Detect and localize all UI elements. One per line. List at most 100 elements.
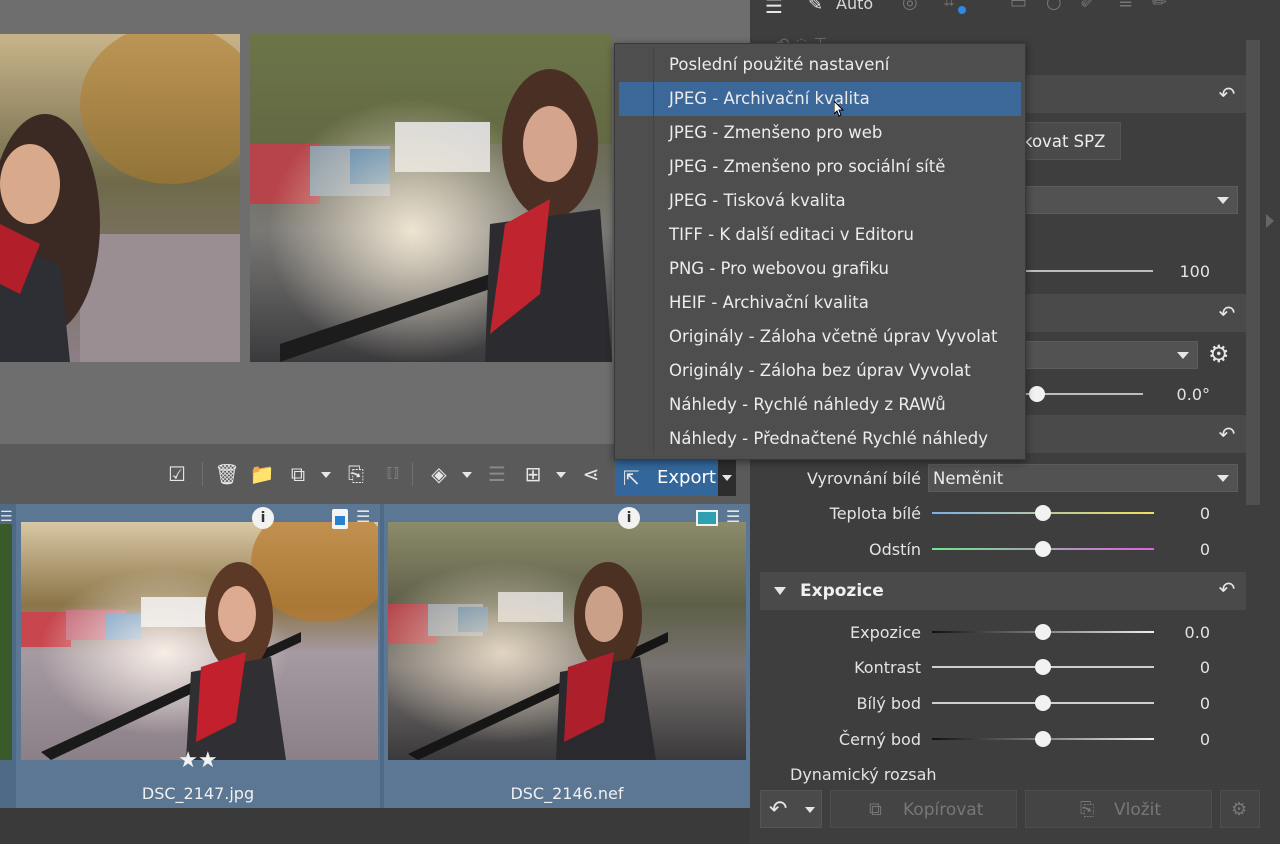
export-dropdown-button[interactable] <box>718 460 736 496</box>
preset-select[interactable] <box>1010 186 1238 214</box>
chevron-down-icon <box>1177 352 1189 359</box>
gear-icon[interactable]: ⚙ <box>1208 340 1230 368</box>
export-icon: ⇱ <box>623 466 640 490</box>
export-menu: Poslední použité nastavení JPEG - Archiv… <box>614 43 1026 460</box>
export-button[interactable]: ⇱ Export <box>615 460 718 496</box>
copy-icon: ⧉ <box>869 799 882 820</box>
undo-section-icon[interactable]: ↶ <box>1216 578 1238 600</box>
info-icon[interactable]: i <box>618 507 640 529</box>
info-icon[interactable]: i <box>252 507 274 529</box>
active-dot <box>958 6 966 14</box>
rotation-slider-knob[interactable] <box>1029 386 1045 402</box>
collapse-panel-icon[interactable] <box>1266 214 1274 228</box>
crop-icon[interactable]: ⌗ <box>944 0 954 13</box>
crop-ratio-select[interactable] <box>1010 341 1198 369</box>
thumbnail-image <box>21 522 378 760</box>
jpg-file-icon <box>332 509 348 529</box>
settings-button[interactable]: ⚙ <box>1220 790 1260 828</box>
menu-item-last-used[interactable]: Poslední použité nastavení <box>619 48 1021 82</box>
menu-item-tiff[interactable]: TIFF - K další editaci v Editoru <box>619 218 1021 252</box>
panel-scrollbar[interactable] <box>1246 40 1260 505</box>
photo-preview-left[interactable] <box>0 34 240 362</box>
white-balance-select[interactable]: Neměnit <box>928 464 1238 492</box>
rename-icon: ⟦⟧ <box>386 466 400 481</box>
undo-section-icon[interactable]: ↶ <box>1216 423 1238 445</box>
trash-icon[interactable]: 🗑 <box>214 461 240 487</box>
black-point-slider-knob[interactable] <box>1035 731 1051 747</box>
adjustments-icon[interactable]: ☰ <box>726 507 740 526</box>
black-point-label: Černý bod <box>838 730 921 749</box>
share-icon[interactable]: ⋖ <box>578 461 604 487</box>
undo-button[interactable]: ↶ <box>760 790 822 828</box>
menu-item-heif[interactable]: HEIF - Archivační kvalita <box>619 286 1021 320</box>
camera-icon[interactable]: ◎ <box>902 0 918 13</box>
mouse-cursor-icon <box>834 101 844 117</box>
status-bar <box>0 808 750 844</box>
menu-item-originals-with-edits[interactable]: Originály - Záloha včetně úprav Vyvolat <box>619 320 1021 354</box>
menu-item-png[interactable]: PNG - Pro webovou grafiku <box>619 252 1021 286</box>
menu-item-jpeg-archive[interactable]: JPEG - Archivační kvalita <box>619 82 1021 116</box>
toolbar-separator <box>202 462 203 486</box>
undo-section-icon[interactable]: ↶ <box>1216 83 1238 105</box>
menu-item-originals-no-edits[interactable]: Originály - Záloha bez úprav Vyvolat <box>619 354 1021 388</box>
white-point-value: 0 <box>1199 694 1210 713</box>
copy-label: Kopírovat <box>903 800 984 820</box>
contrast-label: Kontrast <box>854 658 921 677</box>
temperature-slider-knob[interactable] <box>1035 505 1051 521</box>
magic-wand-icon[interactable]: ✎ <box>808 0 823 15</box>
rect-tool-icon[interactable]: ▭ <box>1010 0 1027 13</box>
copy-button[interactable]: ⧉ Kopírovat <box>830 790 1017 828</box>
ellipse-tool-icon[interactable]: ○ <box>1046 0 1062 13</box>
new-folder-icon[interactable]: 📁 <box>249 461 275 487</box>
contrast-value: 0 <box>1199 658 1210 677</box>
menu-item-jpeg-web[interactable]: JPEG - Zmenšeno pro web <box>619 116 1021 150</box>
slider-value: 100 <box>1179 262 1210 281</box>
dynamic-range-label: Dynamický rozsah <box>790 765 937 784</box>
tint-slider-knob[interactable] <box>1035 541 1051 557</box>
layers-icon[interactable]: ◈ <box>426 461 452 487</box>
white-balance-value: Neměnit <box>933 469 1004 488</box>
eraser-icon[interactable]: ✏ <box>1152 0 1167 13</box>
undo-icon: ↶ <box>769 797 788 822</box>
copy-to-icon[interactable]: ⧉ <box>285 461 311 487</box>
black-point-value: 0 <box>1199 730 1210 749</box>
paste-icon: ⎘ <box>1080 799 1095 820</box>
photo-preview-main[interactable] <box>250 34 612 362</box>
license-plate-label: kovat SPZ <box>1023 132 1106 151</box>
menu-item-jpeg-social[interactable]: JPEG - Zmenšeno pro sociální sítě <box>619 150 1021 184</box>
chevron-down-icon[interactable] <box>462 472 472 478</box>
exposure-value: 0.0 <box>1184 623 1210 642</box>
menu-item-previews-preloaded[interactable]: Náhledy - Přednačtené Rychlé náhledy <box>619 422 1021 456</box>
chevron-down-icon[interactable] <box>556 472 566 478</box>
undo-section-icon[interactable]: ↶ <box>1216 302 1238 324</box>
exposure-slider-knob[interactable] <box>1035 624 1051 640</box>
add-to-batch-icon[interactable]: ⊞ <box>520 461 546 487</box>
select-new-icon[interactable]: ☑ <box>164 461 190 487</box>
chevron-down-icon[interactable] <box>321 472 331 478</box>
menu-item-jpeg-print[interactable]: JPEG - Tisková kvalita <box>619 184 1021 218</box>
chevron-down-icon <box>1217 197 1229 204</box>
temperature-label: Teplota bílé <box>829 504 921 523</box>
auto-label[interactable]: Auto <box>836 0 873 13</box>
thumbnail-DSC_2147[interactable]: i ☰ ★★ DSC_2147.jpg <box>16 504 380 808</box>
thumbnail-image <box>0 524 12 760</box>
thumbnail-partial[interactable] <box>0 504 12 808</box>
brush-icon[interactable]: ✐ <box>1080 0 1095 13</box>
collapse-icon[interactable] <box>774 587 786 595</box>
chevron-down-icon <box>805 807 815 813</box>
move-to-icon[interactable]: ⎘ <box>343 461 369 487</box>
menu-item-previews-raw[interactable]: Náhledy - Rychlé náhledy z RAWů <box>619 388 1021 422</box>
paste-button[interactable]: ⎘ Vložit <box>1025 790 1212 828</box>
adjustments-icon[interactable]: ☰ <box>356 507 370 526</box>
photo-image <box>0 34 240 362</box>
sliders-icon[interactable]: ☰ <box>765 0 783 18</box>
paste-label: Vložit <box>1114 800 1162 820</box>
raw-file-icon <box>696 510 718 526</box>
thumbnail-DSC_2146[interactable]: i ☰ DSC_2146.nef <box>384 504 750 808</box>
white-point-slider-knob[interactable] <box>1035 695 1051 711</box>
contrast-slider-knob[interactable] <box>1035 659 1051 675</box>
gradient-icon[interactable]: ≡ <box>1118 0 1133 13</box>
section-header-exposure[interactable]: Expozice ↶ <box>760 572 1246 610</box>
rating-stars[interactable]: ★★ <box>16 748 380 773</box>
slider-track[interactable] <box>1010 270 1153 272</box>
